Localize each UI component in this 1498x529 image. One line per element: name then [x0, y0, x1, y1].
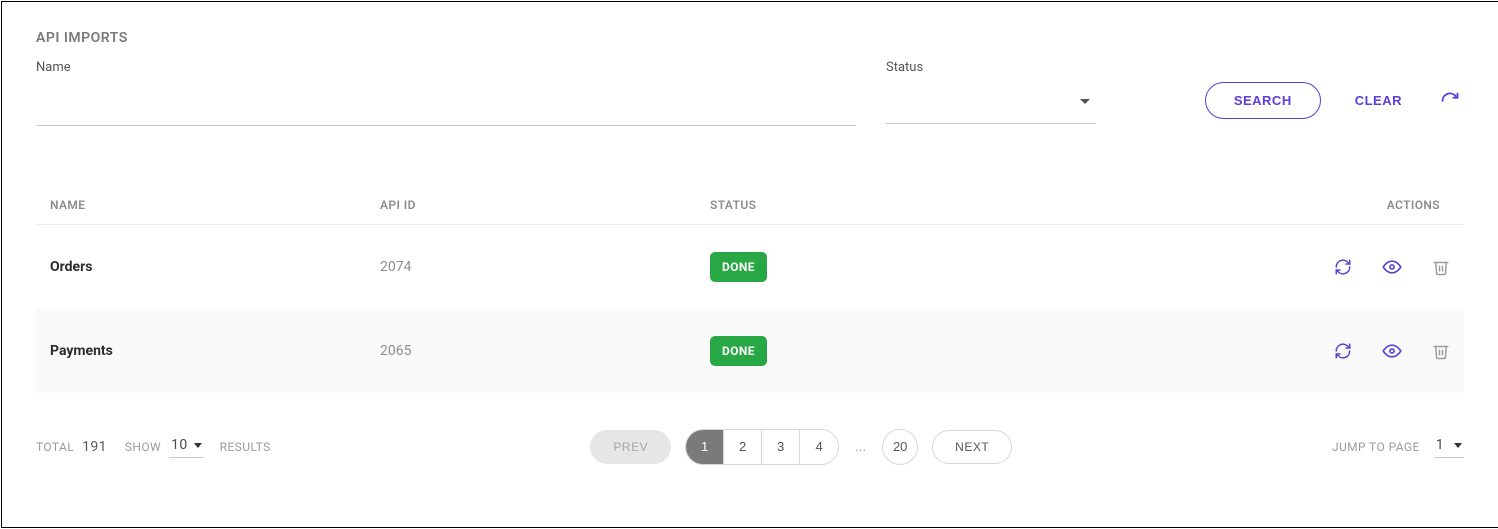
page-button-3[interactable]: 3	[762, 430, 800, 464]
total-label: TOTAL	[36, 440, 74, 454]
page-run: 1 2 3 4	[685, 429, 839, 465]
row-actions	[1330, 337, 1454, 365]
jump-to-page-select[interactable]: 1	[1434, 435, 1464, 458]
status-filter-label: Status	[886, 60, 1096, 75]
footer: TOTAL 191 SHOW 10 RESULTS PREV 1 2 3 4 .…	[36, 429, 1464, 465]
reimport-button[interactable]	[1330, 254, 1356, 280]
page-button-2[interactable]: 2	[724, 430, 762, 464]
footer-left: TOTAL 191 SHOW 10 RESULTS	[36, 435, 271, 458]
reimport-button[interactable]	[1330, 338, 1356, 364]
page-size-select[interactable]: 10	[169, 435, 204, 458]
trash-icon	[1432, 342, 1450, 360]
eye-icon	[1382, 341, 1402, 361]
row-api-id: 2074	[366, 225, 696, 309]
page-button-last[interactable]: 20	[882, 429, 918, 465]
caret-down-icon	[1454, 443, 1462, 448]
table-header-row: NAME API ID STATUS ACTIONS	[36, 186, 1464, 225]
pager: PREV 1 2 3 4 ... 20 NEXT	[590, 429, 1012, 465]
footer-right: JUMP TO PAGE 1	[1332, 435, 1464, 458]
status-filter-group: Status	[886, 60, 1096, 124]
pager-ellipsis: ...	[853, 439, 868, 455]
clear-button[interactable]: CLEAR	[1355, 93, 1402, 108]
table-row: Payments 2065 DONE	[36, 309, 1464, 393]
col-name: NAME	[36, 186, 366, 225]
sync-icon	[1334, 258, 1352, 276]
caret-down-icon	[1080, 99, 1090, 104]
page-button-4[interactable]: 4	[800, 430, 838, 464]
filter-actions: SEARCH CLEAR	[1205, 60, 1464, 119]
page-button-1[interactable]: 1	[686, 430, 724, 464]
page-size-value: 10	[171, 437, 188, 453]
jump-to-page-value: 1	[1436, 437, 1444, 453]
row-api-id: 2065	[366, 309, 696, 393]
caret-down-icon	[194, 443, 202, 448]
imports-table: NAME API ID STATUS ACTIONS Orders 2074 D…	[36, 186, 1464, 393]
show-label: SHOW	[125, 440, 161, 454]
view-button[interactable]	[1378, 337, 1406, 365]
col-status: STATUS	[696, 186, 1264, 225]
next-button[interactable]: NEXT	[932, 430, 1012, 464]
row-actions-cell	[1264, 225, 1464, 309]
status-badge: DONE	[710, 252, 767, 282]
status-filter-select[interactable]	[886, 97, 1096, 124]
name-filter-group: Name	[36, 60, 856, 126]
row-name: Payments	[36, 309, 366, 393]
status-badge: DONE	[710, 336, 767, 366]
col-actions: ACTIONS	[1264, 186, 1464, 225]
api-imports-panel: API IMPORTS Name Status SEARCH CLEAR	[1, 1, 1498, 528]
table-row: Orders 2074 DONE	[36, 225, 1464, 309]
view-button[interactable]	[1378, 253, 1406, 281]
search-button[interactable]: SEARCH	[1205, 82, 1321, 119]
total-value: 191	[82, 439, 107, 455]
refresh-button[interactable]	[1436, 87, 1464, 115]
page-title: API IMPORTS	[36, 30, 1464, 46]
refresh-icon	[1440, 91, 1460, 111]
row-status-cell: DONE	[696, 225, 1264, 309]
delete-button[interactable]	[1428, 254, 1454, 280]
jump-label: JUMP TO PAGE	[1332, 440, 1420, 454]
name-filter-input[interactable]	[36, 97, 856, 126]
row-actions	[1330, 253, 1454, 281]
row-actions-cell	[1264, 309, 1464, 393]
filter-row: Name Status SEARCH CLEAR	[36, 60, 1464, 126]
row-name: Orders	[36, 225, 366, 309]
row-status-cell: DONE	[696, 309, 1264, 393]
prev-button[interactable]: PREV	[590, 430, 671, 464]
sync-icon	[1334, 342, 1352, 360]
delete-button[interactable]	[1428, 338, 1454, 364]
eye-icon	[1382, 257, 1402, 277]
results-label: RESULTS	[220, 440, 271, 454]
name-filter-label: Name	[36, 60, 856, 75]
trash-icon	[1432, 258, 1450, 276]
col-api-id: API ID	[366, 186, 696, 225]
